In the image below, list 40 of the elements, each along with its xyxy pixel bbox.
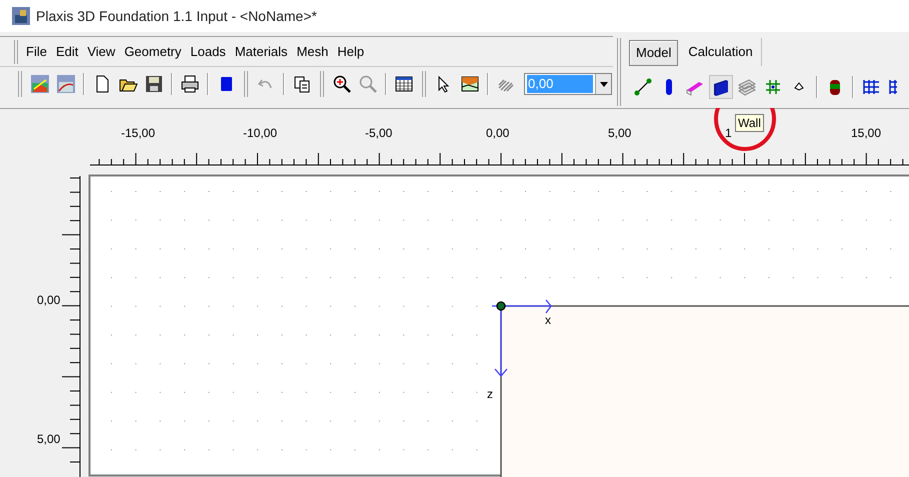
- line-icon[interactable]: [633, 77, 653, 97]
- copy-icon[interactable]: [292, 74, 312, 94]
- ruler-label: -5,00: [365, 127, 392, 139]
- ruler-label: 0,00: [486, 127, 510, 139]
- axis-label: x: [545, 314, 551, 326]
- ruler-label: 0,00: [37, 294, 60, 306]
- wall-icon[interactable]: [711, 77, 731, 97]
- ruler-label: -10,00: [243, 127, 278, 139]
- ruler-label: 15,00: [851, 127, 882, 139]
- app-icon: [12, 7, 30, 25]
- grid-arrows-icon[interactable]: [861, 77, 881, 97]
- tooltip: Wall: [735, 114, 764, 132]
- menu-item[interactable]: Materials: [234, 42, 288, 62]
- menu-item[interactable]: Help: [337, 42, 364, 62]
- dropdown-arrow-icon[interactable]: [600, 82, 608, 86]
- app-chart-icon[interactable]: [30, 74, 50, 94]
- axis-label: z: [487, 388, 493, 400]
- menu-item[interactable]: View: [87, 42, 116, 62]
- menu-item[interactable]: Loads: [190, 42, 226, 62]
- menu-item[interactable]: Edit: [56, 42, 78, 62]
- mode-tab[interactable]: Model: [629, 40, 678, 66]
- save-icon[interactable]: [144, 74, 164, 94]
- menu-item[interactable]: Geometry: [124, 42, 182, 62]
- landscape-icon[interactable]: [460, 74, 480, 94]
- hash-icon[interactable]: [763, 77, 783, 97]
- printer-icon[interactable]: [180, 74, 200, 94]
- x-axis-arrow: [491, 299, 552, 314]
- floor-stack-icon[interactable]: [737, 77, 757, 97]
- ruler-label: -15,00: [121, 127, 156, 139]
- menu-item[interactable]: Mesh: [296, 42, 328, 62]
- origin-point[interactable]: [496, 301, 506, 311]
- ruler-label: 5,00: [37, 433, 60, 445]
- level-value: 0,00: [527, 75, 593, 93]
- menu-item[interactable]: File: [26, 42, 47, 62]
- ruler-label: 5,00: [608, 127, 632, 139]
- app-curve-icon[interactable]: [56, 74, 76, 94]
- zoom-in-icon[interactable]: [332, 74, 352, 94]
- ruler-label: 1: [725, 127, 732, 139]
- table-icon[interactable]: [394, 74, 414, 94]
- window-title: Plaxis 3D Foundation 1.1 Input - <NoName>*: [36, 6, 317, 26]
